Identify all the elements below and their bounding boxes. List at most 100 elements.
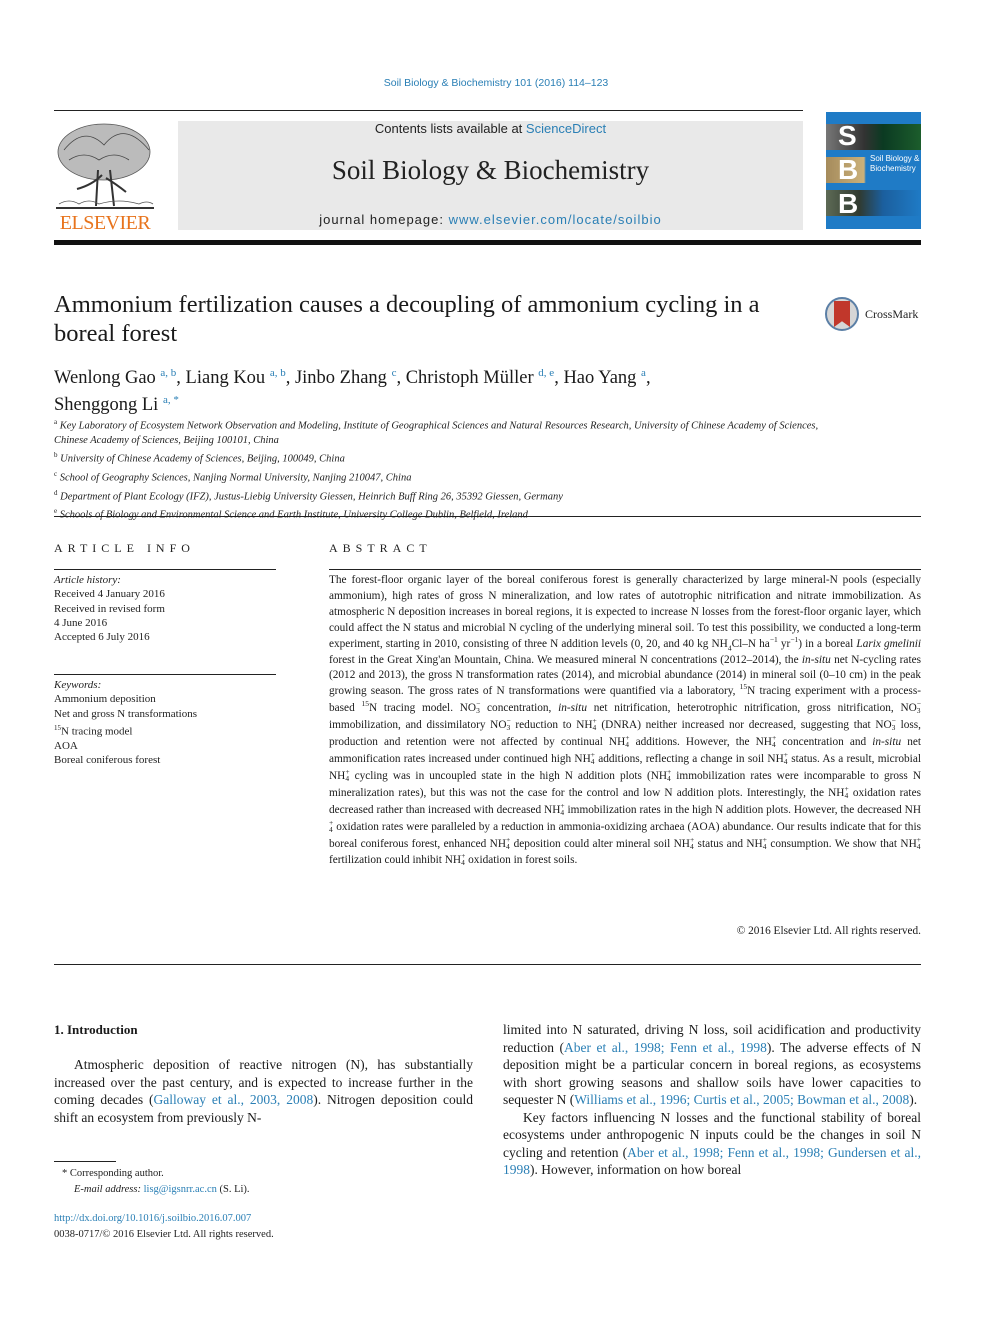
chemical-notation: +4 xyxy=(592,716,597,733)
author-name[interactable]: Liang Kou xyxy=(186,368,266,388)
keyword[interactable]: 15N tracing model xyxy=(54,721,276,739)
article-info-heading: ARTICLE INFO xyxy=(54,541,195,555)
chemical-notation: +4 xyxy=(505,834,511,851)
citation-link[interactable]: Galloway et al., 2003, 2008 xyxy=(154,1092,314,1107)
affiliation: c School of Geography Sciences, Nanjing … xyxy=(54,467,824,486)
journal-cover[interactable]: S B B Soil Biology & Biochemistry xyxy=(826,112,921,229)
affiliation: d Department of Plant Ecology (IFZ), Jus… xyxy=(54,486,824,505)
email-label: E-mail address: xyxy=(74,1183,141,1195)
body-text: ). However, information on how boreal xyxy=(530,1162,742,1177)
header-rule xyxy=(54,110,803,111)
introduction-heading: 1. Introduction xyxy=(54,1022,138,1037)
footnotes: * Corresponding author. E-mail address: … xyxy=(54,1166,474,1197)
author-affil-link[interactable]: a, * xyxy=(163,394,179,406)
affiliation: a Key Laboratory of Ecosystem Network Ob… xyxy=(54,415,824,448)
masthead-rule xyxy=(54,240,921,245)
author-separator: , xyxy=(285,368,295,389)
cover-letter: S xyxy=(838,120,857,151)
chemical-notation: +4 xyxy=(783,749,788,766)
affiliation-key: c xyxy=(54,469,58,478)
chemical-notation: +4 xyxy=(560,800,565,817)
cover-title-line: Soil Biology & xyxy=(870,154,920,163)
chemical-notation: +4 xyxy=(345,766,350,783)
contents-line: Contents lists available at ScienceDirec… xyxy=(178,121,803,136)
affiliations: a Key Laboratory of Ecosystem Network Ob… xyxy=(54,415,824,523)
email-note: E-mail address: lisg@igsnrr.ac.cn (S. Li… xyxy=(54,1182,474,1198)
history-item: 4 June 2016 xyxy=(54,616,108,629)
affiliation-text: School of Geography Sciences, Nanjing No… xyxy=(59,472,412,484)
author-list: Wenlong Gao a, b, Liang Kou a, b, Jinbo … xyxy=(54,362,814,416)
chemical-notation: +4 xyxy=(844,783,849,800)
abstract-body: The forest-floor organic layer of the bo… xyxy=(329,574,922,868)
chemical-notation: +4 xyxy=(461,851,466,868)
keywords-label: Keywords: xyxy=(54,679,102,691)
article-history-label: Article history: xyxy=(54,574,121,586)
keyword[interactable]: AOA xyxy=(54,739,276,753)
running-head[interactable]: Soil Biology & Biochemistry 101 (2016) 1… xyxy=(0,77,992,89)
author-affil-link[interactable]: d, e xyxy=(538,367,554,379)
chemical-notation: −3 xyxy=(506,716,511,733)
sciencedirect-link[interactable]: ScienceDirect xyxy=(526,121,606,136)
chemical-notation: 4 xyxy=(727,642,732,652)
author-separator: , xyxy=(176,368,186,389)
crossmark-badge[interactable]: CrossMark xyxy=(823,295,923,335)
abstract-heading: ABSTRACT xyxy=(329,541,432,555)
doi-link[interactable]: http://dx.doi.org/10.1016/j.soilbio.2016… xyxy=(54,1213,251,1224)
issn-copyright: 0038-0717/© 2016 Elsevier Ltd. All right… xyxy=(54,1228,274,1240)
body-paragraph: Key factors influencing N losses and the… xyxy=(503,1109,921,1179)
abstract-rule xyxy=(329,569,921,570)
elsevier-logo[interactable]: ELSEVIER xyxy=(54,120,156,235)
keywords: Keywords: Ammonium deposition Net and gr… xyxy=(54,678,276,767)
author-affil-link[interactable]: a, b xyxy=(270,367,286,379)
chemical-notation: +4 xyxy=(762,834,767,851)
chemical-notation: +4 xyxy=(771,733,777,750)
affiliation: b University of Chinese Academy of Scien… xyxy=(54,448,824,467)
journal-masthead: Contents lists available at ScienceDirec… xyxy=(178,121,803,230)
chemical-notation: 15 xyxy=(739,682,748,692)
chemical-notation: 15 xyxy=(361,699,369,709)
keywords-rule xyxy=(54,674,276,675)
author-separator: , xyxy=(396,368,406,389)
footnote-rule xyxy=(54,1161,116,1162)
affiliation-text: Key Laboratory of Ecosystem Network Obse… xyxy=(54,420,819,446)
article-title: Ammonium fertilization causes a decoupli… xyxy=(54,291,760,347)
elsevier-wordmark: ELSEVIER xyxy=(59,212,151,234)
body-paragraph: limited into N saturated, driving N loss… xyxy=(503,1021,921,1109)
email-link[interactable]: lisg@igsnrr.ac.cn xyxy=(144,1184,217,1195)
author-name[interactable]: Shenggong Li xyxy=(54,395,158,415)
chemical-notation: −1 xyxy=(790,634,799,644)
keyword[interactable]: Net and gross N transformations xyxy=(54,707,276,721)
cover-letter: B xyxy=(838,188,859,219)
abstract-copyright: © 2016 Elsevier Ltd. All rights reserved… xyxy=(736,925,921,937)
affiliation: e Schools of Biology and Environmental S… xyxy=(54,504,824,523)
homepage-link[interactable]: www.elsevier.com/locate/soilbio xyxy=(449,212,662,227)
author-name[interactable]: Wenlong Gao xyxy=(54,368,156,388)
keyword[interactable]: Boreal coniferous forest xyxy=(54,753,276,767)
author-name[interactable]: Jinbo Zhang xyxy=(295,368,387,388)
crossmark-label: CrossMark xyxy=(865,307,919,321)
chemical-notation: +4 xyxy=(916,834,921,851)
affiliation-text: Department of Plant Ecology (IFZ), Justu… xyxy=(60,491,563,503)
keyword[interactable]: Ammonium deposition xyxy=(54,692,276,706)
article-info-rule xyxy=(54,569,276,570)
italic-term: Larix gmelinii xyxy=(856,637,921,650)
elsevier-tree-icon xyxy=(56,123,154,209)
author-name[interactable]: Christoph Müller xyxy=(406,368,534,388)
cover-title: Soil Biology & Biochemistry xyxy=(870,154,919,174)
section-rule xyxy=(54,516,921,517)
affiliation-key: e xyxy=(54,507,58,516)
body-column-right: limited into N saturated, driving N loss… xyxy=(503,1021,921,1179)
chemical-notation: +4 xyxy=(689,834,695,851)
citation-link[interactable]: Aber et al., 1998; Fenn et al., 1998 xyxy=(564,1040,767,1055)
history-item: Received in revised form xyxy=(54,602,165,615)
body-paragraph: Atmospheric deposition of reactive nitro… xyxy=(54,1056,473,1126)
author-affil-link[interactable]: a, b xyxy=(160,367,176,379)
homepage-prefix: journal homepage: xyxy=(319,212,449,227)
article-history: Article history: Received 4 January 2016… xyxy=(54,573,276,644)
journal-title[interactable]: Soil Biology & Biochemistry xyxy=(178,155,803,186)
cover-title-line: Biochemistry xyxy=(870,164,916,173)
citation-link[interactable]: Williams et al., 1996; Curtis et al., 20… xyxy=(574,1092,909,1107)
chemical-notation: −3 xyxy=(476,699,481,716)
chemical-notation: −3 xyxy=(916,699,922,716)
author-name[interactable]: Hao Yang xyxy=(563,368,636,388)
